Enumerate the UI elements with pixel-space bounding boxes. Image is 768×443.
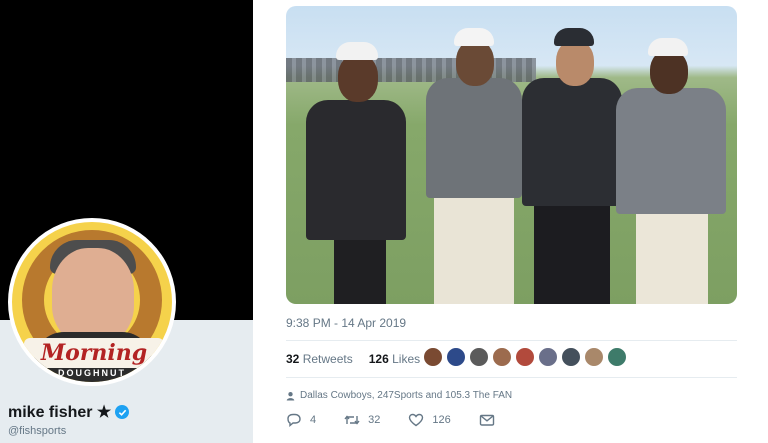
liker-avatar[interactable] (492, 347, 512, 367)
retweet-icon (344, 415, 360, 425)
verified-badge-icon (115, 405, 130, 419)
retweet-count: 32 (368, 414, 381, 426)
likers-avatars (423, 347, 627, 367)
person-icon (286, 391, 295, 400)
like-button[interactable]: 126 (408, 412, 451, 428)
tweet-timestamp[interactable]: 9:38 PM - 14 Apr 2019 (286, 316, 406, 330)
tweet-stats: 32 Retweets 126 Likes (286, 352, 420, 366)
avatar-face (52, 248, 134, 344)
context-text: Dallas Cowboys, 247Sports and 105.3 The … (300, 390, 513, 401)
photo-person (616, 36, 726, 304)
avatar-banner-text: Morning (40, 340, 148, 366)
like-count: 126 (432, 414, 451, 426)
photo-person (424, 24, 524, 304)
reply-count: 4 (310, 414, 317, 426)
liker-avatar[interactable] (607, 347, 627, 367)
liker-avatar[interactable] (446, 347, 466, 367)
liker-avatar[interactable] (515, 347, 535, 367)
avatar-banner: Morning (24, 338, 164, 368)
profile-avatar[interactable]: Morning DOUGHNUT (8, 218, 176, 386)
profile-handle[interactable]: @fishsports (8, 425, 66, 437)
envelope-icon (479, 414, 494, 426)
profile-name[interactable]: mike fisher ★ (8, 402, 130, 422)
liker-avatar[interactable] (584, 347, 604, 367)
liker-avatar[interactable] (423, 347, 443, 367)
direct-message-button[interactable] (479, 412, 495, 428)
likes-label: Likes (392, 352, 421, 366)
liker-avatar[interactable] (561, 347, 581, 367)
retweets-stat[interactable]: 32 Retweets (286, 352, 353, 366)
avatar-sub-text: DOUGHNUT (58, 368, 126, 378)
retweets-count: 32 (286, 352, 300, 366)
tweet-photo[interactable] (286, 6, 737, 304)
liker-avatar[interactable] (538, 347, 558, 367)
divider (286, 340, 737, 341)
photo-person (522, 26, 622, 304)
divider (286, 377, 737, 378)
retweets-label: Retweets (302, 352, 353, 366)
profile-name-text: mike fisher ★ (8, 404, 112, 421)
likes-count: 126 (368, 352, 389, 366)
profile-sidebar: Morning DOUGHNUT mike fisher ★ @fishspor… (0, 0, 253, 443)
photo-person (306, 36, 406, 304)
retweet-button[interactable]: 32 (344, 412, 380, 428)
reply-button[interactable]: 4 (286, 412, 316, 428)
heart-icon (409, 413, 424, 427)
liker-avatar[interactable] (469, 347, 489, 367)
tweet-context[interactable]: Dallas Cowboys, 247Sports and 105.3 The … (286, 390, 512, 401)
tweet-detail: 9:38 PM - 14 Apr 2019 32 Retweets 126 Li… (253, 0, 768, 443)
tweet-actions: 4 32 126 (286, 412, 523, 428)
reply-icon (287, 413, 301, 427)
likes-stat[interactable]: 126 Likes (369, 352, 420, 366)
